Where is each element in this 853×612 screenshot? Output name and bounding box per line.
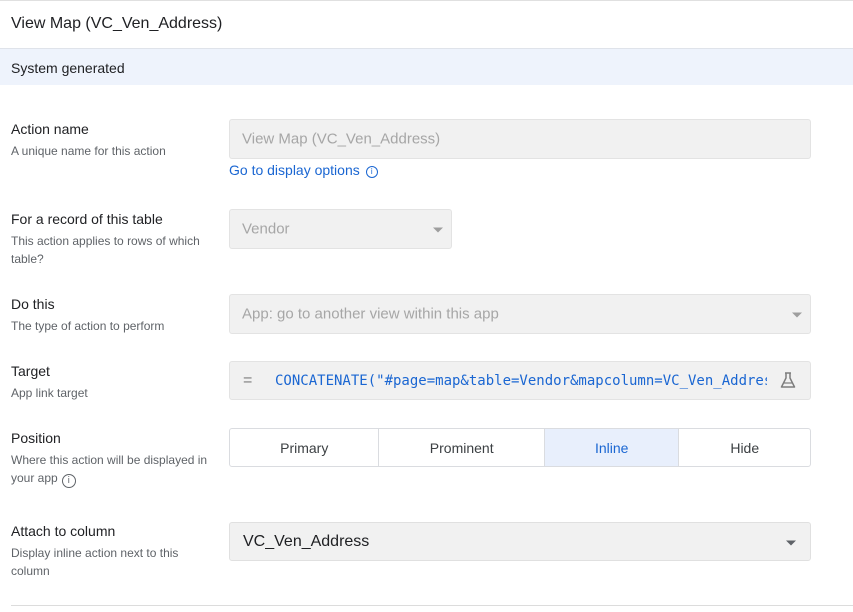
position-segmented-control: Primary Prominent Inline Hide xyxy=(229,428,811,467)
do-this-title: Do this xyxy=(11,296,55,312)
display-options-link-text[interactable]: Go to display options xyxy=(229,162,360,178)
target-description: App link target xyxy=(11,386,88,400)
do-this-value: App: go to another view within this app xyxy=(242,305,499,323)
do-this-description: The type of action to perform xyxy=(11,319,165,333)
chevron-down-icon xyxy=(433,227,443,233)
position-option-primary[interactable]: Primary xyxy=(230,429,380,466)
action-name-input[interactable]: View Map (VC_Ven_Address) xyxy=(229,119,811,159)
display-options-link[interactable]: Go to display options i xyxy=(229,162,378,178)
attach-column-select[interactable]: VC_Ven_Address xyxy=(229,522,811,561)
info-icon[interactable]: i xyxy=(61,474,76,488)
attach-description: Display inline action next to this colum… xyxy=(11,546,179,578)
position-title: Position xyxy=(11,430,61,446)
target-expression[interactable]: CONCATENATE("#page=map&table=Vendor&mapc… xyxy=(275,373,767,389)
chevron-down-icon xyxy=(786,540,796,545)
page-title: View Map (VC_Ven_Address) xyxy=(11,15,223,32)
attach-column-value: VC_Ven_Address xyxy=(243,533,370,550)
system-generated-banner: System generated xyxy=(0,48,853,85)
position-option-prominent[interactable]: Prominent xyxy=(379,429,545,466)
action-name-label-group: Action name A unique name for this actio… xyxy=(11,121,216,160)
position-label-group: Position Where this action will be displ… xyxy=(11,430,216,488)
bottom-divider xyxy=(11,605,853,606)
top-divider xyxy=(0,0,853,1)
info-icon[interactable]: i xyxy=(365,166,378,178)
record-table-select[interactable]: Vendor xyxy=(229,209,452,249)
action-name-value: View Map (VC_Ven_Address) xyxy=(242,130,441,148)
record-table-title: For a record of this table xyxy=(11,211,163,227)
target-label-group: Target App link target xyxy=(11,363,216,402)
record-table-label-group: For a record of this table This action a… xyxy=(11,211,216,268)
equals-sign: = xyxy=(243,372,253,389)
attach-title: Attach to column xyxy=(11,523,116,539)
record-table-description: This action applies to rows of which tab… xyxy=(11,234,200,266)
record-table-value: Vendor xyxy=(242,220,290,238)
chevron-down-icon xyxy=(792,312,802,318)
system-generated-text: System generated xyxy=(11,60,125,76)
position-option-hide[interactable]: Hide xyxy=(679,429,810,466)
do-this-label-group: Do this The type of action to perform xyxy=(11,296,216,335)
action-name-title: Action name xyxy=(11,121,89,137)
attach-label-group: Attach to column Display inline action n… xyxy=(11,523,216,580)
position-description: Where this action will be displayed in y… xyxy=(11,451,216,488)
target-expression-input[interactable]: = CONCATENATE("#page=map&table=Vendor&ma… xyxy=(229,361,811,400)
do-this-select[interactable]: App: go to another view within this app xyxy=(229,294,811,334)
action-name-description: A unique name for this action xyxy=(11,144,166,158)
position-description-text: Where this action will be displayed in y… xyxy=(11,453,208,485)
flask-icon[interactable] xyxy=(780,372,796,394)
position-option-inline[interactable]: Inline xyxy=(544,429,680,466)
target-title: Target xyxy=(11,363,50,379)
